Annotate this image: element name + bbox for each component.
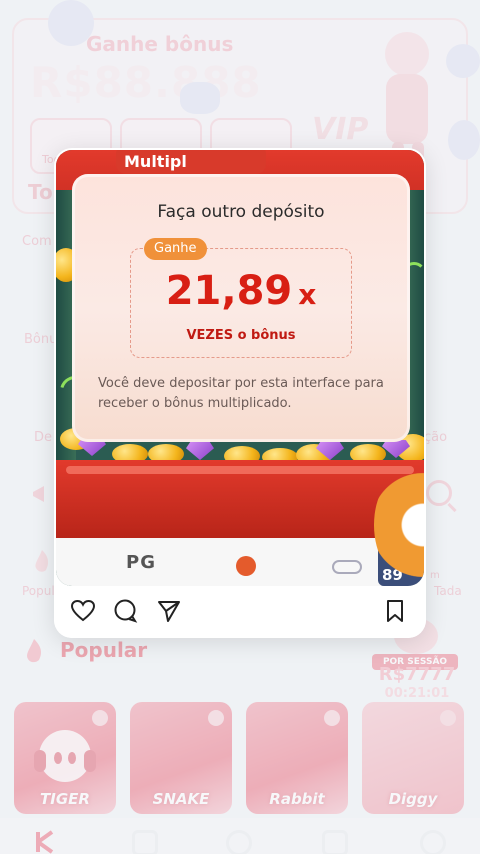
promo-amount: R$7777 [378, 664, 456, 685]
multiplier-value: 21,89 [165, 268, 293, 314]
promo-timer: 00:21:01 [384, 686, 450, 701]
popular-title: Popular [60, 638, 148, 662]
game-card[interactable]: SNAKE [130, 702, 232, 814]
earn-tag: Ganhe [144, 238, 207, 260]
promo-artwork[interactable]: Multipl PG 89 Faça outro depósito Ganhe [56, 150, 424, 586]
favorite-icon[interactable] [440, 710, 456, 726]
chest-stripe [66, 466, 414, 474]
gamepad-icon [332, 560, 362, 574]
megaphone-icon [33, 486, 44, 502]
wallet-icon[interactable] [322, 830, 348, 854]
profile-icon[interactable] [420, 830, 446, 854]
decorative-orb [448, 120, 480, 160]
modal-description: Você deve depositar por esta interface p… [98, 376, 384, 411]
game-card[interactable]: TIGER [14, 702, 116, 814]
favorite-icon[interactable] [92, 710, 108, 726]
bonus-title: Ganhe bônus [86, 32, 234, 56]
multiplier-suffix: x [298, 278, 317, 311]
score-tag: m [430, 570, 440, 581]
heart-icon[interactable] [70, 598, 96, 624]
search-icon[interactable] [426, 480, 452, 506]
section-label: To [28, 180, 53, 204]
headphone-mascot-icon [34, 730, 96, 782]
favorite-icon[interactable] [208, 710, 224, 726]
favorite-icon[interactable] [324, 710, 340, 726]
send-icon[interactable] [156, 598, 182, 624]
game-card[interactable]: Rabbit [246, 702, 348, 814]
support-icon[interactable] [226, 830, 252, 854]
game-card[interactable]: Diggy [362, 702, 464, 814]
section-label: Com [22, 234, 52, 249]
promo-message-panel: Faça outro depósito Ganhe 21,89 x VEZES o… [72, 174, 410, 442]
pg-logo: PG [126, 552, 156, 573]
flame-icon [27, 639, 42, 663]
game-name: Rabbit [269, 790, 325, 808]
game-name: Diggy [388, 790, 438, 808]
category-label[interactable]: Tada [434, 584, 462, 598]
decorative-orb [180, 82, 220, 114]
game-name: TIGER [40, 790, 90, 808]
times-bonus-label: VEZES o bônus [186, 328, 296, 343]
modal-title: Faça outro depósito [157, 202, 325, 222]
bonus-amount: R$88.888 [30, 58, 262, 107]
tomato-icon [236, 556, 256, 576]
decorative-orb [48, 0, 94, 46]
gem-icon [186, 442, 214, 460]
bonus-multiplier: 21,89 x [130, 268, 352, 314]
promo-banner: Multipl [116, 150, 266, 174]
section-label: De [34, 430, 53, 445]
comment-icon[interactable] [112, 598, 138, 624]
deposit-promo-modal: Multipl PG 89 Faça outro depósito Ganhe [54, 148, 426, 638]
section-label: ção [424, 430, 448, 445]
vip-label: VIP [312, 112, 369, 147]
category-label[interactable]: Popul [22, 584, 55, 598]
flame-icon [35, 550, 49, 572]
gift-icon[interactable] [132, 830, 158, 854]
game-name: SNAKE [152, 790, 210, 808]
action-bar [54, 588, 426, 638]
bottom-nav [0, 818, 480, 854]
bookmark-icon[interactable] [382, 598, 408, 624]
home-icon[interactable] [34, 828, 60, 854]
